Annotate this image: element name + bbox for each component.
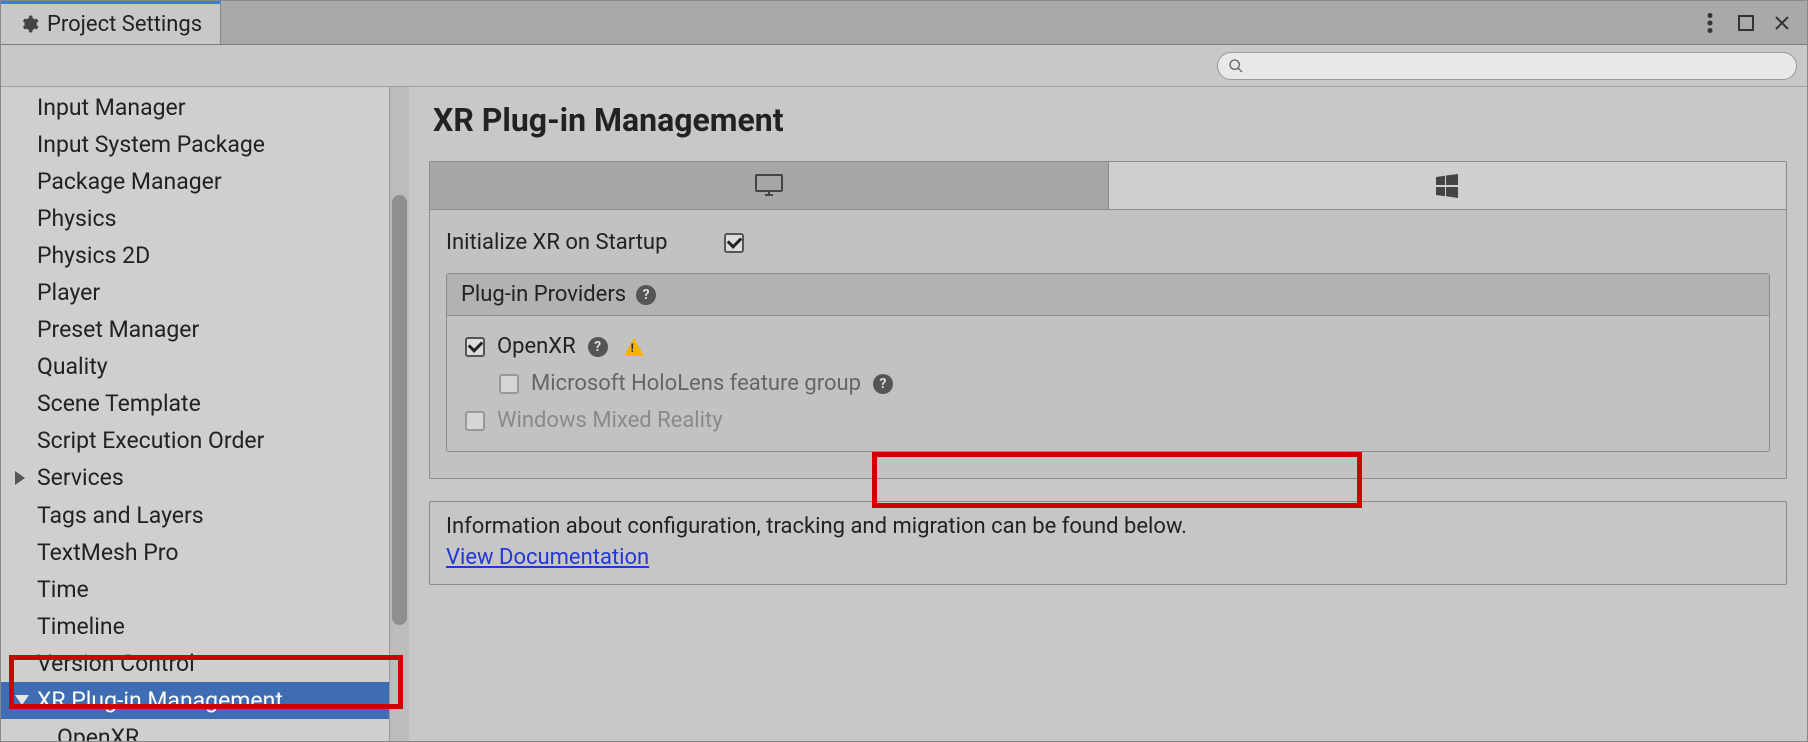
sidebar-item-physics-2d[interactable]: Physics 2D bbox=[1, 237, 389, 274]
menu-icon[interactable] bbox=[1699, 12, 1721, 34]
titlebar-buttons bbox=[1685, 1, 1807, 44]
chevron-right-icon bbox=[15, 471, 25, 485]
help-icon[interactable]: ? bbox=[873, 374, 893, 394]
monitor-icon bbox=[754, 173, 784, 199]
provider-openxr-label: OpenXR bbox=[497, 334, 576, 359]
sidebar-item-label: Services bbox=[37, 464, 124, 491]
platform-tabs bbox=[430, 162, 1786, 210]
project-settings-window: Project Settings Input Manager bbox=[0, 0, 1808, 742]
content-area: XR Plug-in Management bbox=[409, 87, 1807, 741]
providers-header: Plug-in Providers ? bbox=[447, 274, 1769, 316]
sidebar-item-tags-and-layers[interactable]: Tags and Layers bbox=[1, 497, 389, 534]
sidebar-scrollbar[interactable] bbox=[389, 87, 409, 741]
search-input[interactable] bbox=[1217, 52, 1797, 80]
sidebar-item-version-control[interactable]: Version Control bbox=[1, 645, 389, 682]
sidebar-item-input-manager[interactable]: Input Manager bbox=[1, 89, 389, 126]
window-tab-project-settings[interactable]: Project Settings bbox=[1, 1, 221, 44]
sidebar-item-script-execution-order[interactable]: Script Execution Order bbox=[1, 422, 389, 459]
search-bar bbox=[1, 45, 1807, 87]
window-title: Project Settings bbox=[47, 12, 202, 37]
xr-panel: Initialize XR on Startup Plug-in Provide… bbox=[429, 161, 1787, 479]
tab-uwp[interactable] bbox=[1108, 162, 1787, 209]
sidebar: Input Manager Input System Package Packa… bbox=[1, 87, 409, 741]
help-icon[interactable]: ? bbox=[636, 285, 656, 305]
titlebar: Project Settings bbox=[1, 1, 1807, 45]
provider-openxr-row: OpenXR ? bbox=[465, 328, 1751, 365]
view-documentation-link[interactable]: View Documentation bbox=[446, 545, 649, 570]
providers-panel: Plug-in Providers ? OpenXR ? bbox=[446, 273, 1770, 452]
provider-hololens-row: Microsoft HoloLens feature group ? bbox=[465, 365, 1751, 402]
sidebar-item-openxr[interactable]: OpenXR bbox=[1, 719, 389, 741]
provider-openxr-checkbox[interactable] bbox=[465, 337, 485, 357]
info-text: Information about configuration, trackin… bbox=[446, 514, 1770, 539]
initialize-xr-checkbox[interactable] bbox=[724, 233, 744, 253]
gear-icon bbox=[19, 14, 39, 34]
warning-icon[interactable] bbox=[624, 338, 644, 356]
providers-title: Plug-in Providers bbox=[461, 282, 626, 307]
scrollbar-thumb[interactable] bbox=[392, 195, 407, 625]
provider-hololens-label: Microsoft HoloLens feature group bbox=[531, 371, 861, 396]
close-icon[interactable] bbox=[1771, 12, 1793, 34]
initialize-xr-label: Initialize XR on Startup bbox=[446, 230, 706, 255]
sidebar-item-package-manager[interactable]: Package Manager bbox=[1, 163, 389, 200]
search-icon bbox=[1228, 58, 1250, 74]
info-panel: Information about configuration, trackin… bbox=[429, 501, 1787, 585]
sidebar-item-time[interactable]: Time bbox=[1, 571, 389, 608]
tab-standalone[interactable] bbox=[430, 162, 1108, 209]
sidebar-item-xr-plugin-management[interactable]: XR Plug-in Management bbox=[1, 682, 389, 719]
sidebar-item-timeline[interactable]: Timeline bbox=[1, 608, 389, 645]
provider-wmr-checkbox[interactable] bbox=[465, 411, 485, 431]
chevron-down-icon bbox=[15, 695, 29, 705]
sidebar-item-physics[interactable]: Physics bbox=[1, 200, 389, 237]
initialize-xr-row: Initialize XR on Startup bbox=[446, 230, 1770, 255]
sidebar-item-player[interactable]: Player bbox=[1, 274, 389, 311]
sidebar-item-scene-template[interactable]: Scene Template bbox=[1, 385, 389, 422]
maximize-icon[interactable] bbox=[1735, 12, 1757, 34]
sidebar-item-textmesh-pro[interactable]: TextMesh Pro bbox=[1, 534, 389, 571]
sidebar-item-services[interactable]: Services bbox=[1, 459, 389, 496]
page-title: XR Plug-in Management bbox=[433, 101, 1787, 139]
windows-icon bbox=[1434, 173, 1460, 199]
sidebar-item-label: XR Plug-in Management bbox=[37, 687, 283, 714]
provider-wmr-label: Windows Mixed Reality bbox=[497, 408, 723, 433]
provider-wmr-row: Windows Mixed Reality bbox=[465, 402, 1751, 439]
provider-hololens-checkbox[interactable] bbox=[499, 374, 519, 394]
sidebar-item-preset-manager[interactable]: Preset Manager bbox=[1, 311, 389, 348]
help-icon[interactable]: ? bbox=[588, 337, 608, 357]
sidebar-item-quality[interactable]: Quality bbox=[1, 348, 389, 385]
sidebar-item-input-system-package[interactable]: Input System Package bbox=[1, 126, 389, 163]
